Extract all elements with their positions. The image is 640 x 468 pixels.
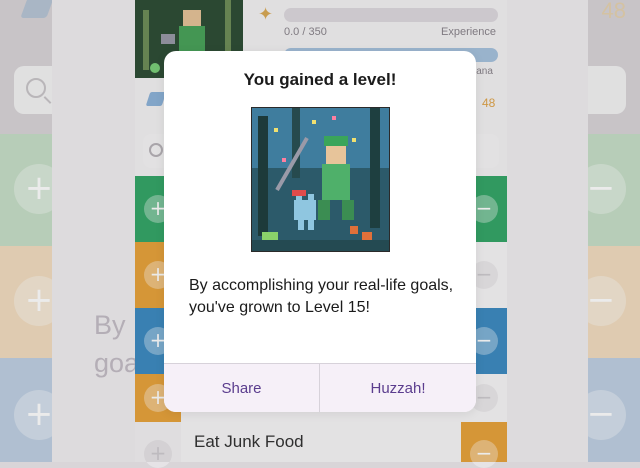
dialog-title: You gained a level! bbox=[243, 70, 397, 89]
avatar-level-up-image bbox=[252, 108, 389, 251]
dialog-message: By accomplishing your real-life goals, y… bbox=[189, 277, 454, 316]
avatar-illustration bbox=[251, 107, 390, 252]
dialog-button-bar: Share Huzzah! bbox=[164, 363, 476, 412]
share-button[interactable]: Share bbox=[164, 364, 320, 412]
huzzah-button[interactable]: Huzzah! bbox=[320, 364, 476, 412]
level-up-dialog: You gained a level! By accomplishing you… bbox=[164, 51, 476, 412]
